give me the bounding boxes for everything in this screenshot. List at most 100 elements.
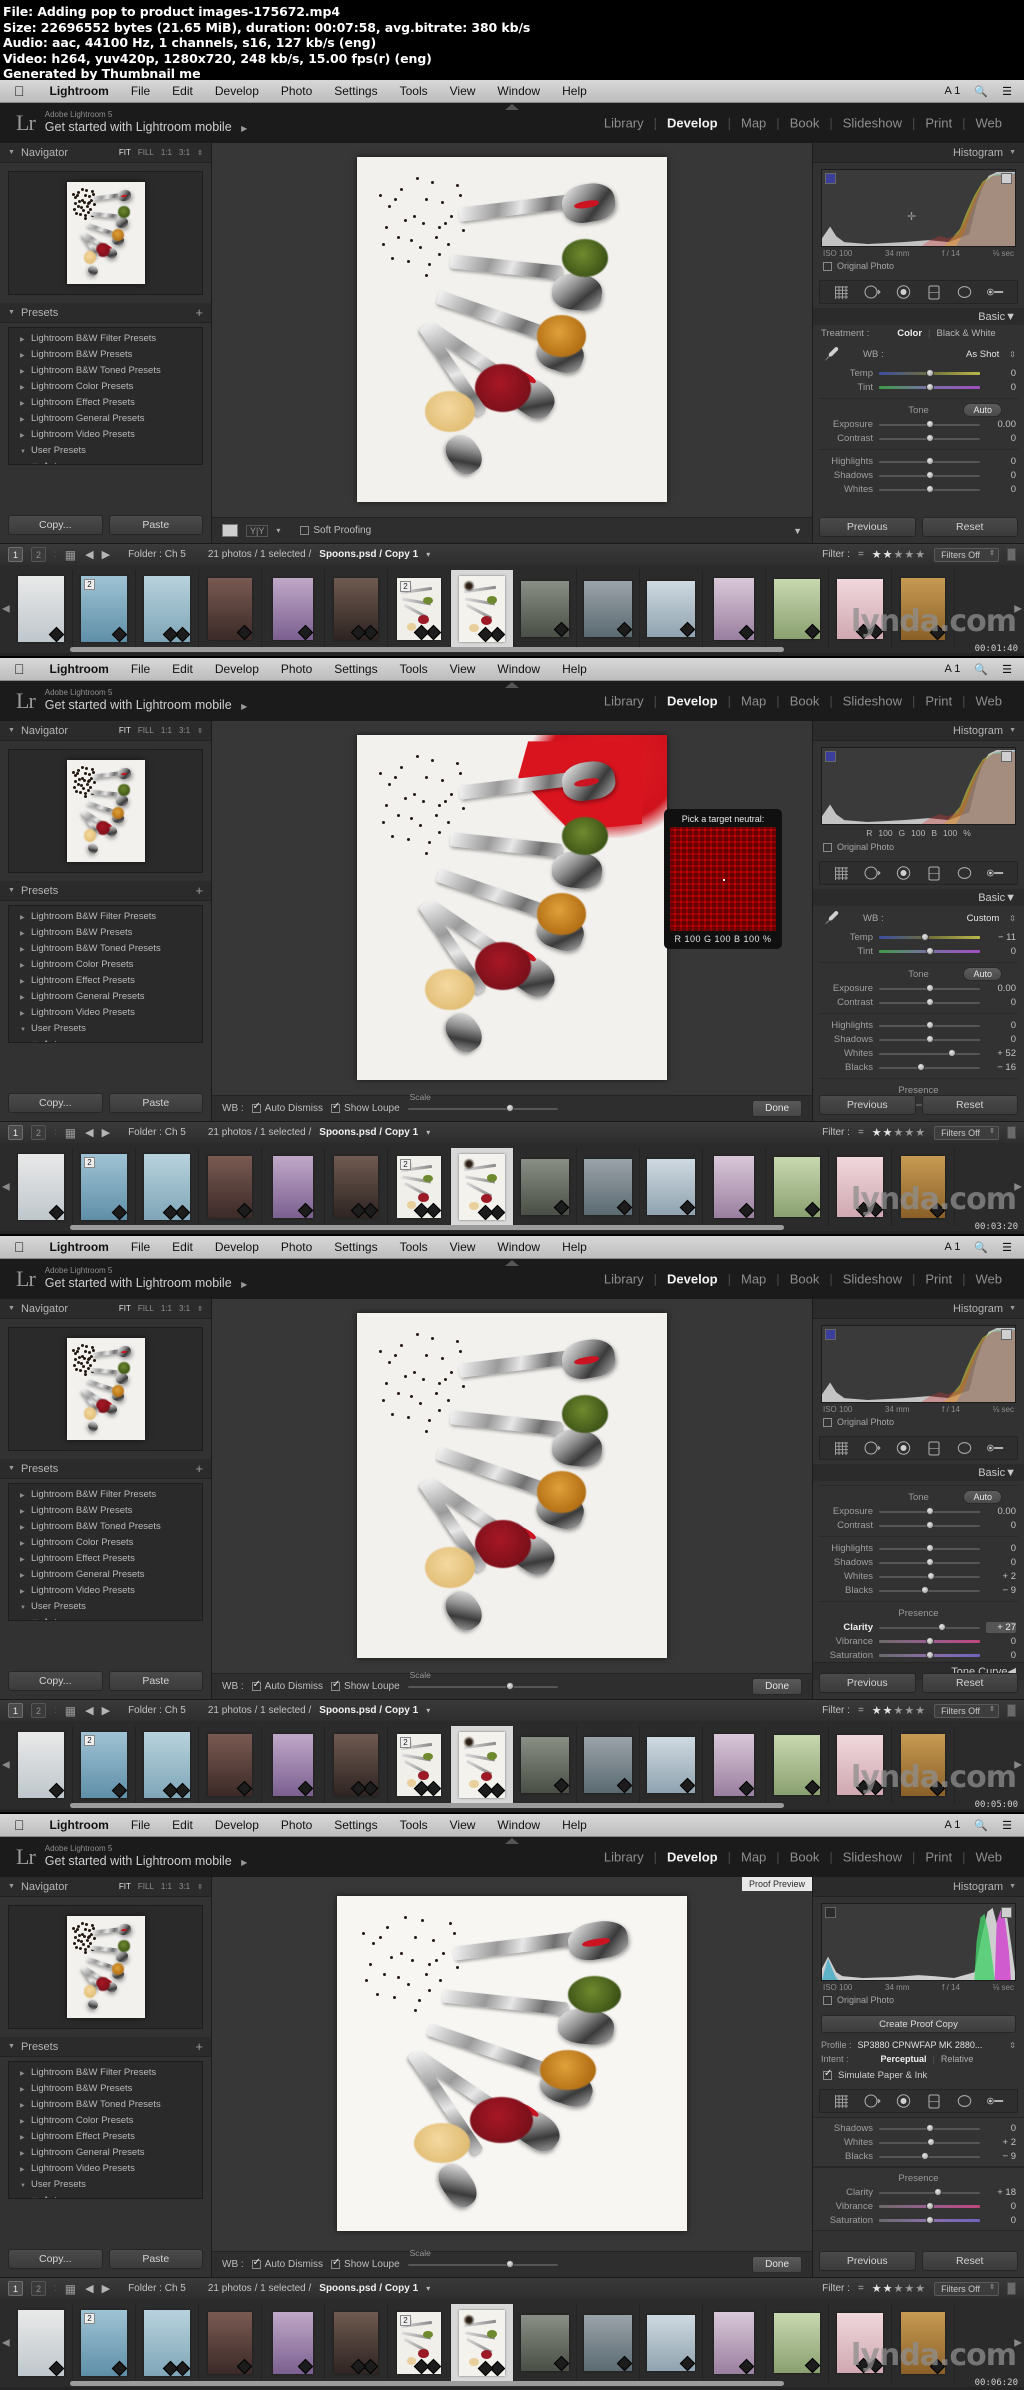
thumbnail-badge-icon[interactable] [162,1204,179,1220]
auto-tone-button[interactable]: Auto [963,1490,1002,1504]
photo-canvas[interactable] [337,1895,687,2231]
filmstrip[interactable]: ◀ 2 2 ▶ lynda.com [0,2299,1024,2387]
filmstrip-thumbnail[interactable] [199,2304,262,2382]
module-library[interactable]: Library [594,116,654,131]
thumbnail-badge-icon[interactable] [297,1202,313,1218]
filmstrip-scrollbar[interactable] [70,1803,784,1808]
preset-group-2[interactable]: ▶ Lightroom B&W Toned Presets [9,363,202,379]
mac-menu-bar[interactable]:  LightroomFileEditDevelopPhotoSettingsT… [0,80,1024,103]
slider-track-area[interactable] [879,1034,980,1045]
filter-star-rating[interactable]: ★★★★★ [872,1704,926,1717]
search-icon[interactable]: 🔍 [974,663,988,676]
slider-whites[interactable]: Whites + 2 [813,2135,1024,2149]
histogram-graph[interactable] [821,747,1016,825]
filmstrip-prev-icon[interactable]: ◀ [2,2338,10,2349]
apple-icon[interactable]:  [14,1818,25,1832]
copy-button[interactable]: Copy... [8,515,103,535]
grid-view-icon[interactable]: ▦ [65,548,77,562]
preset-group-7[interactable]: ▼ User Presets [9,1021,202,1037]
slider-track-area[interactable] [879,932,980,943]
scale-slider[interactable]: Scale [407,1092,558,1114]
photo-canvas[interactable] [357,1312,667,1658]
slider-shadows[interactable]: Shadows 0 [813,1555,1024,1569]
menu-edit[interactable]: Edit [161,1240,204,1254]
thumbnail-badge-icon[interactable] [679,1777,695,1793]
chevron-down-icon[interactable]: ▼ [1009,1883,1016,1890]
filter-star-3[interactable]: ★ [894,549,905,561]
scale-slider-knob[interactable] [505,2260,514,2268]
slider-highlights[interactable]: Highlights 0 [813,1541,1024,1555]
thumbnail-badge-icon[interactable] [236,1780,252,1796]
zoom-level-fill[interactable]: FILL [138,148,154,157]
chevron-down-icon[interactable]: ▼ [8,1883,15,1890]
histogram-graph[interactable] [821,1903,1016,1981]
preset-group-0[interactable]: ▶ Lightroom B&W Filter Presets [9,2065,202,2081]
preset-group-6[interactable]: ▶ Lightroom Video Presets [9,2161,202,2177]
zoom-stepper-icon[interactable]: ⇳ [197,1883,203,1891]
menu-photo[interactable]: Photo [270,662,323,676]
slider-knob[interactable] [925,1557,934,1566]
filmstrip-thumbnail[interactable] [136,1148,199,1226]
slider-knob[interactable] [925,1020,934,1029]
slider-track-area[interactable] [879,1557,980,1568]
crop-overlay-icon[interactable] [833,2094,850,2109]
thumbnail-badge-icon[interactable] [162,626,179,642]
zoom-level-1-1[interactable]: 1:1 [161,1882,172,1891]
filmstrip-thumbnail[interactable] [640,2304,703,2382]
menu-view[interactable]: View [439,84,487,98]
module-slideshow[interactable]: Slideshow [833,694,912,709]
slider-knob[interactable] [926,1571,935,1580]
menu-photo[interactable]: Photo [270,84,323,98]
menu-window[interactable]: Window [486,1240,551,1254]
filter-star-5[interactable]: ★ [915,2283,926,2295]
preset-group-2[interactable]: ▶ Lightroom B&W Toned Presets [9,941,202,957]
treatment-row[interactable]: Treatment : Color | Black & White [813,325,1024,342]
slider-temp[interactable]: Temp − 11 [813,930,1024,944]
filmstrip-thumbnail[interactable] [577,1726,640,1804]
filter-star-5[interactable]: ★ [915,1127,926,1139]
slider-track-area[interactable] [879,1020,980,1031]
filmstrip-thumbnail[interactable] [514,1726,577,1804]
thumbnail-badge-icon[interactable] [162,1782,179,1798]
filmstrip-thumbnail[interactable] [766,1726,829,1804]
filmstrip-thumbnail[interactable] [703,2304,766,2382]
filmstrip-filename[interactable]: Spoons.psd / Copy 1 [319,2283,418,2294]
filmstrip-thumbnail[interactable] [451,570,514,648]
menu-lightroom[interactable]: Lightroom [39,1818,120,1832]
wb-dropdown-icon[interactable]: ⇳ [1009,914,1016,923]
preset-item-asters[interactable]: ▤ Asters [9,1037,202,1042]
radial-filter-icon[interactable] [956,2094,973,2109]
filmstrip-source[interactable]: Folder : Ch 5 [128,1705,186,1716]
previous-button[interactable]: Previous [819,2251,916,2271]
menu-file[interactable]: File [120,1818,161,1832]
slider-track-area[interactable] [879,1636,980,1647]
chevron-right-icon[interactable]: ▶ [20,1538,25,1550]
slider-knob[interactable] [925,1034,934,1043]
presets-panel-header[interactable]: ▼ Presets + [0,1459,211,1479]
menu-tools[interactable]: Tools [389,1240,439,1254]
presets-list[interactable]: ▶ Lightroom B&W Filter Presets ▶ Lightro… [8,1483,203,1621]
white-balance-eyedropper-icon[interactable] [821,908,841,928]
menu-photo[interactable]: Photo [270,1240,323,1254]
zoom-level-1-1[interactable]: 1:1 [161,148,172,157]
filter-panel-toggle[interactable] [1007,2282,1016,2295]
chevron-down-icon[interactable]: ▼ [8,309,15,316]
paste-button[interactable]: Paste [108,1671,203,1691]
navigator-panel-header[interactable]: ▼ Navigator FIT FILL 1:1 3:1 ⇳ [0,143,211,163]
thumbnail-badge-icon[interactable] [553,621,569,637]
slider-track-area[interactable] [879,1650,980,1661]
filmstrip-scrollbar[interactable] [70,2381,784,2386]
add-preset-button[interactable]: + [195,2039,203,2054]
slider-knob[interactable] [925,983,934,992]
preset-group-1[interactable]: ▶ Lightroom B&W Presets [9,2081,202,2097]
menu-settings[interactable]: Settings [323,84,388,98]
slider-track-area[interactable] [879,1622,980,1633]
filmstrip-thumbnail[interactable] [199,570,262,648]
thumbnail-badge-icon[interactable] [297,1780,313,1796]
chevron-right-icon[interactable]: ▶ [20,1554,25,1566]
slider-track-area[interactable] [879,1520,980,1531]
develop-toolbar[interactable]: WB : Auto Dismiss Show Loupe Scale Done [212,2248,812,2277]
photo-canvas[interactable] [66,1338,145,1440]
menu-view[interactable]: View [439,662,487,676]
filmstrip-prev-icon[interactable]: ◀ [2,1760,10,1771]
